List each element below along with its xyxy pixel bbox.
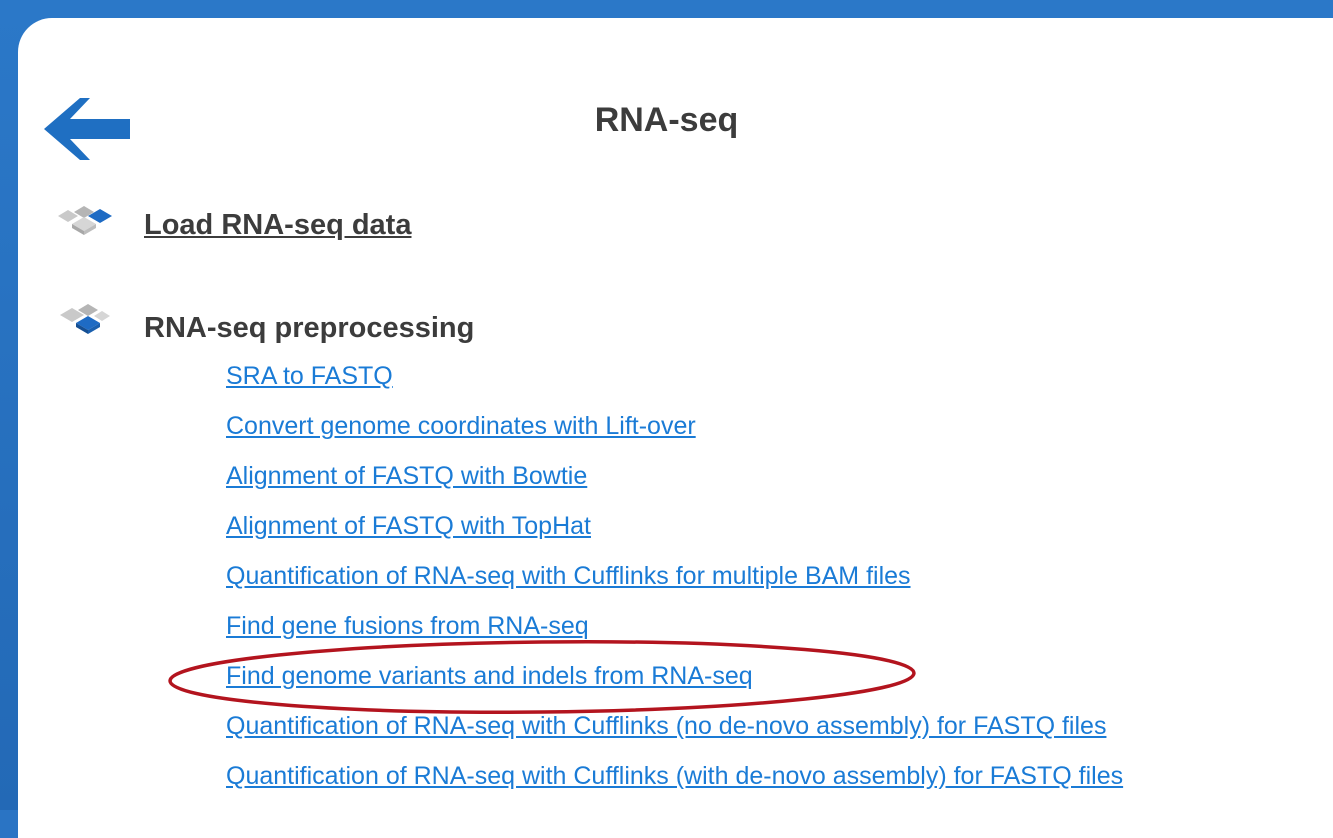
window-frame: RNA-seq Load RNA-seq data RNA-seq prepro… (0, 0, 1333, 838)
bowtie-alignment-link[interactable]: Alignment of FASTQ with Bowtie (226, 462, 587, 490)
cufflinks-with-denovo-link[interactable]: Quantification of RNA-seq with Cufflinks… (226, 762, 1123, 790)
lift-over-link[interactable]: Convert genome coordinates with Lift-ove… (226, 412, 696, 440)
content-panel: RNA-seq Load RNA-seq data RNA-seq prepro… (18, 18, 1333, 838)
preprocessing-links: SRA to FASTQ Convert genome coordinates … (226, 357, 1123, 807)
tophat-alignment-link[interactable]: Alignment of FASTQ with TopHat (226, 512, 591, 540)
list-item: SRA to FASTQ (226, 357, 1123, 407)
stacked-diamonds-icon (58, 206, 112, 235)
list-item: Convert genome coordinates with Lift-ove… (226, 407, 1123, 457)
sra-to-fastq-link[interactable]: SRA to FASTQ (226, 362, 393, 390)
genome-variants-link[interactable]: Find genome variants and indels from RNA… (226, 662, 753, 690)
rna-seq-preprocessing-heading: RNA-seq preprocessing (144, 312, 475, 344)
list-item: Quantification of RNA-seq with Cufflinks… (226, 757, 1123, 807)
list-item: Alignment of FASTQ with Bowtie (226, 457, 1123, 507)
cufflinks-no-denovo-link[interactable]: Quantification of RNA-seq with Cufflinks… (226, 712, 1106, 740)
list-item: Find gene fusions from RNA-seq (226, 607, 1123, 657)
gene-fusions-link[interactable]: Find gene fusions from RNA-seq (226, 612, 589, 640)
cufflinks-bam-link[interactable]: Quantification of RNA-seq with Cufflinks… (226, 562, 911, 590)
list-item: Quantification of RNA-seq with Cufflinks… (226, 557, 1123, 607)
page-title: RNA-seq (594, 101, 739, 139)
stacked-diamonds-icon (60, 304, 110, 334)
list-item: Quantification of RNA-seq with Cufflinks… (226, 707, 1123, 757)
list-item: Alignment of FASTQ with TopHat (226, 507, 1123, 557)
list-item: Find genome variants and indels from RNA… (226, 657, 1123, 707)
load-rna-seq-data-link[interactable]: Load RNA-seq data (144, 209, 411, 242)
